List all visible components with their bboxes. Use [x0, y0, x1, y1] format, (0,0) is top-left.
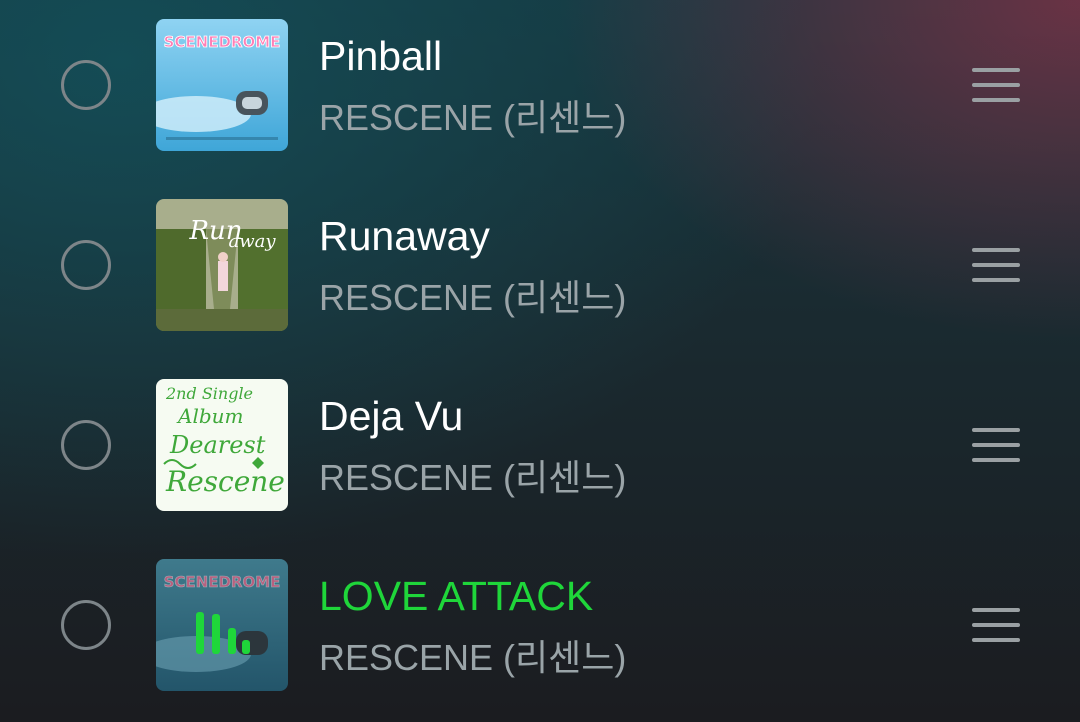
- drag-handle-icon[interactable]: [972, 608, 1020, 642]
- drag-handle-icon[interactable]: [972, 428, 1020, 462]
- track-title: Runaway: [319, 213, 490, 259]
- dearest-album-art-icon: 2nd Single Album Dearest Rescene: [156, 379, 288, 511]
- album-art: SCENEDROME: [156, 19, 288, 151]
- album-art: SCENEDROME: [156, 559, 288, 691]
- drag-handle-icon[interactable]: [972, 248, 1020, 282]
- select-radio[interactable]: [61, 240, 111, 290]
- scenedrome-album-art-icon: SCENEDROME: [156, 19, 288, 151]
- playlist-queue: SCENEDROME Pinball RESCENE (리센느) Run awa…: [0, 0, 1080, 722]
- select-radio[interactable]: [61, 420, 111, 470]
- track-title: Pinball: [319, 33, 443, 79]
- track-row[interactable]: 2nd Single Album Dearest Rescene Deja Vu…: [0, 360, 1080, 540]
- track-row[interactable]: Run away Runaway RESCENE (리센느): [0, 180, 1080, 360]
- track-row[interactable]: SCENEDROME Pinball RESCENE (리센느): [0, 0, 1080, 180]
- track-artist: RESCENE (리센느): [319, 457, 627, 498]
- svg-text:2nd Single: 2nd Single: [165, 384, 253, 403]
- track-title: LOVE ATTACK: [319, 573, 594, 619]
- track-artist: RESCENE (리센느): [319, 637, 627, 678]
- svg-text:SCENEDROME: SCENEDROME: [164, 573, 281, 591]
- now-playing-equalizer-icon: [196, 604, 256, 654]
- select-radio[interactable]: [61, 600, 111, 650]
- drag-handle-icon[interactable]: [972, 68, 1020, 102]
- runaway-album-art-icon: Run away: [156, 199, 288, 331]
- track-row-now-playing[interactable]: SCENEDROME LOVE ATTACK RESCENE (리센느): [0, 540, 1080, 720]
- track-artist: RESCENE (리센느): [319, 277, 627, 318]
- album-art: 2nd Single Album Dearest Rescene: [156, 379, 288, 511]
- track-artist: RESCENE (리센느): [319, 97, 627, 138]
- album-art: Run away: [156, 199, 288, 331]
- svg-text:SCENEDROME: SCENEDROME: [164, 33, 281, 51]
- svg-text:away: away: [228, 231, 276, 252]
- svg-text:Album: Album: [176, 404, 244, 428]
- svg-text:Dearest: Dearest: [169, 431, 266, 459]
- select-radio[interactable]: [61, 60, 111, 110]
- svg-text:Rescene: Rescene: [165, 465, 285, 498]
- track-title: Deja Vu: [319, 393, 464, 439]
